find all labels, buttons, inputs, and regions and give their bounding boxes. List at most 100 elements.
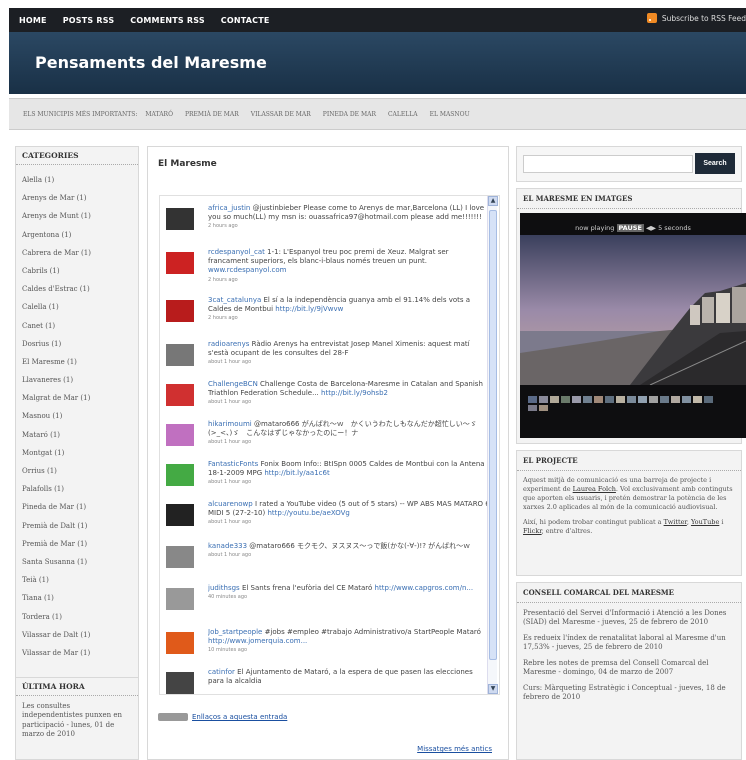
municipi-link[interactable]: MATARÓ — [145, 111, 173, 118]
tweet-user[interactable]: catinfor — [208, 668, 235, 676]
category-item[interactable]: Arenys de Munt (1) — [22, 207, 132, 225]
interval-label: 5 seconds — [658, 224, 691, 232]
avatar[interactable] — [166, 504, 194, 526]
municipi-link[interactable]: VILASSAR DE MAR — [251, 111, 311, 118]
avatar[interactable] — [166, 384, 194, 406]
category-item[interactable]: Dosrius (1) — [22, 335, 132, 353]
avatar[interactable] — [166, 344, 194, 366]
category-item[interactable]: Alella (1) — [22, 171, 132, 189]
tweet-link[interactable]: http://www.capgros.com/n... — [375, 584, 474, 592]
rss-subscribe-link[interactable]: Subscribe to RSS Feed — [646, 13, 746, 23]
tweet-user[interactable]: hikarimoumi — [208, 420, 252, 428]
avatar[interactable] — [166, 464, 194, 486]
municipi-link[interactable]: CALELLA — [388, 111, 418, 118]
site-title[interactable]: Pensaments del Maresme — [35, 53, 267, 72]
category-item[interactable]: Cabrils (1) — [22, 262, 132, 280]
avatar[interactable] — [166, 252, 194, 274]
twitter-feed[interactable]: africa_justin @justinbieber Please come … — [159, 195, 500, 695]
avatar[interactable] — [166, 424, 194, 446]
tweet-link[interactable]: www.rcdespanyol.com — [208, 266, 286, 274]
category-item[interactable]: Calella (1) — [22, 298, 132, 316]
category-item[interactable]: Orrius (1) — [22, 462, 132, 480]
avatar[interactable] — [166, 208, 194, 230]
tweet-user[interactable]: alcuarenowp — [208, 500, 253, 508]
search-button[interactable]: Search — [695, 153, 735, 174]
twitter-link[interactable]: Twitter — [664, 518, 687, 526]
avatar[interactable] — [166, 300, 194, 322]
next-icon[interactable]: ▶ — [651, 224, 656, 232]
tweet-link[interactable]: http://bit.ly/9ohsb2 — [321, 389, 388, 397]
scroll-down-icon[interactable]: ▼ — [488, 684, 498, 694]
news-item[interactable]: Rebre les notes de premsa del Consell Co… — [517, 659, 741, 678]
category-item[interactable]: Canet (1) — [22, 317, 132, 335]
category-item[interactable]: El Maresme (1) — [22, 353, 132, 371]
author-link[interactable]: Laurea Folch — [573, 485, 616, 493]
ultima-hora-text[interactable]: Les consultes independentistes punxen en… — [16, 696, 138, 746]
nav-home[interactable]: HOME — [19, 16, 47, 25]
tweet-user[interactable]: FantasticFonts — [208, 460, 258, 468]
avatar[interactable] — [166, 546, 194, 568]
tweet-user[interactable]: africa_justin — [208, 204, 250, 212]
category-item[interactable]: Premià de Mar (1) — [22, 535, 132, 553]
tweet-text: FantasticFonts Fonix Boom Info:: BtISpn … — [208, 460, 490, 486]
slideshow-status: now playing PAUSE ◀▶ 5 seconds — [520, 224, 746, 232]
nav-comments-rss[interactable]: COMMENTS RSS — [130, 16, 204, 25]
consell-heading: CONSELL COMARCAL DEL MARESME — [517, 583, 741, 603]
category-item[interactable]: Mataró (1) — [22, 426, 132, 444]
category-item[interactable]: Arenys de Mar (1) — [22, 189, 132, 207]
news-item[interactable]: Curs: Màrqueting Estratègic i Conceptual… — [517, 684, 741, 703]
avatar[interactable] — [166, 632, 194, 654]
tweet-user[interactable]: Job_startpeople — [208, 628, 262, 636]
tweet-body: #jobs #empleo #trabajo Administrativo/a … — [264, 628, 481, 636]
projecte-widget: EL PROJECTE Aquest mitjà de comunicació … — [516, 450, 742, 576]
older-posts-link[interactable]: Missatges més antics — [417, 745, 492, 753]
category-item[interactable]: Llavaneres (1) — [22, 371, 132, 389]
nav-contacte[interactable]: CONTACTE — [221, 16, 270, 25]
tweet-user[interactable]: rcdespanyol_cat — [208, 248, 265, 256]
pause-button[interactable]: PAUSE — [616, 224, 644, 232]
youtube-link[interactable]: YouTube — [691, 518, 719, 526]
category-item[interactable]: Tiana (1) — [22, 589, 132, 607]
tweet-user[interactable]: radioarenys — [208, 340, 249, 348]
scroll-thumb[interactable] — [489, 210, 497, 660]
flickr-link[interactable]: Flickr — [523, 527, 542, 535]
municipi-link[interactable]: PINEDA DE MAR — [323, 111, 376, 118]
category-item[interactable]: Masnou (1) — [22, 407, 132, 425]
category-item[interactable]: Teià (1) — [22, 571, 132, 589]
category-item[interactable]: Argentona (1) — [22, 226, 132, 244]
category-item[interactable]: Pineda de Mar (1) — [22, 498, 132, 516]
category-item[interactable]: Montgat (1) — [22, 444, 132, 462]
category-item[interactable]: Palafolls (1) — [22, 480, 132, 498]
tweet-link[interactable]: http://bit.ly/9jVwvw — [275, 305, 343, 313]
post-title[interactable]: El Maresme — [158, 159, 217, 169]
share-links[interactable]: Enllaços a aquesta entrada — [158, 713, 287, 721]
category-item[interactable]: Malgrat de Mar (1) — [22, 389, 132, 407]
municipi-link[interactable]: EL MASNOU — [430, 111, 470, 118]
category-item[interactable]: Tordera (1) — [22, 608, 132, 626]
tweet-user[interactable]: 3cat_catalunya — [208, 296, 261, 304]
search-input[interactable] — [523, 155, 693, 173]
tweet-link[interactable]: http://www.jomerquia.com... — [208, 637, 307, 645]
share-label[interactable]: Enllaços a aquesta entrada — [192, 713, 287, 721]
avatar[interactable] — [166, 588, 194, 610]
avatar[interactable] — [166, 672, 194, 694]
nav-posts-rss[interactable]: POSTS RSS — [63, 16, 115, 25]
tweet-user[interactable]: judithsgs — [208, 584, 240, 592]
scroll-up-icon[interactable]: ▲ — [488, 196, 498, 206]
slideshow[interactable]: now playing PAUSE ◀▶ 5 seconds — [520, 213, 746, 438]
municipi-link[interactable]: PREMIÀ DE MAR — [185, 111, 239, 118]
news-item[interactable]: Es redueix l'índex de renatalitat labora… — [517, 634, 741, 653]
category-item[interactable]: Cabrera de Mar (1) — [22, 244, 132, 262]
category-item[interactable]: Vilassar de Dalt (1) — [22, 626, 132, 644]
category-item[interactable]: Premià de Dalt (1) — [22, 517, 132, 535]
news-item[interactable]: Presentació del Servei d'Informació i At… — [517, 609, 741, 628]
category-item[interactable]: Vilassar de Mar (1) — [22, 644, 132, 662]
category-item[interactable]: Caldes d'Estrac (1) — [22, 280, 132, 298]
tweet-link[interactable]: http://bit.ly/aa1c6t — [264, 469, 329, 477]
tweet-user[interactable]: ChallengeBCN — [208, 380, 258, 388]
tweet-user[interactable]: kanade333 — [208, 542, 247, 550]
category-item[interactable]: Santa Susanna (1) — [22, 553, 132, 571]
tweet-link[interactable]: http://youtu.be/aeXOVg — [267, 509, 349, 517]
tweet-text: alcuarenowp I rated a YouTube video (5 o… — [208, 500, 490, 526]
feed-scrollbar[interactable]: ▲ ▼ — [487, 196, 498, 694]
